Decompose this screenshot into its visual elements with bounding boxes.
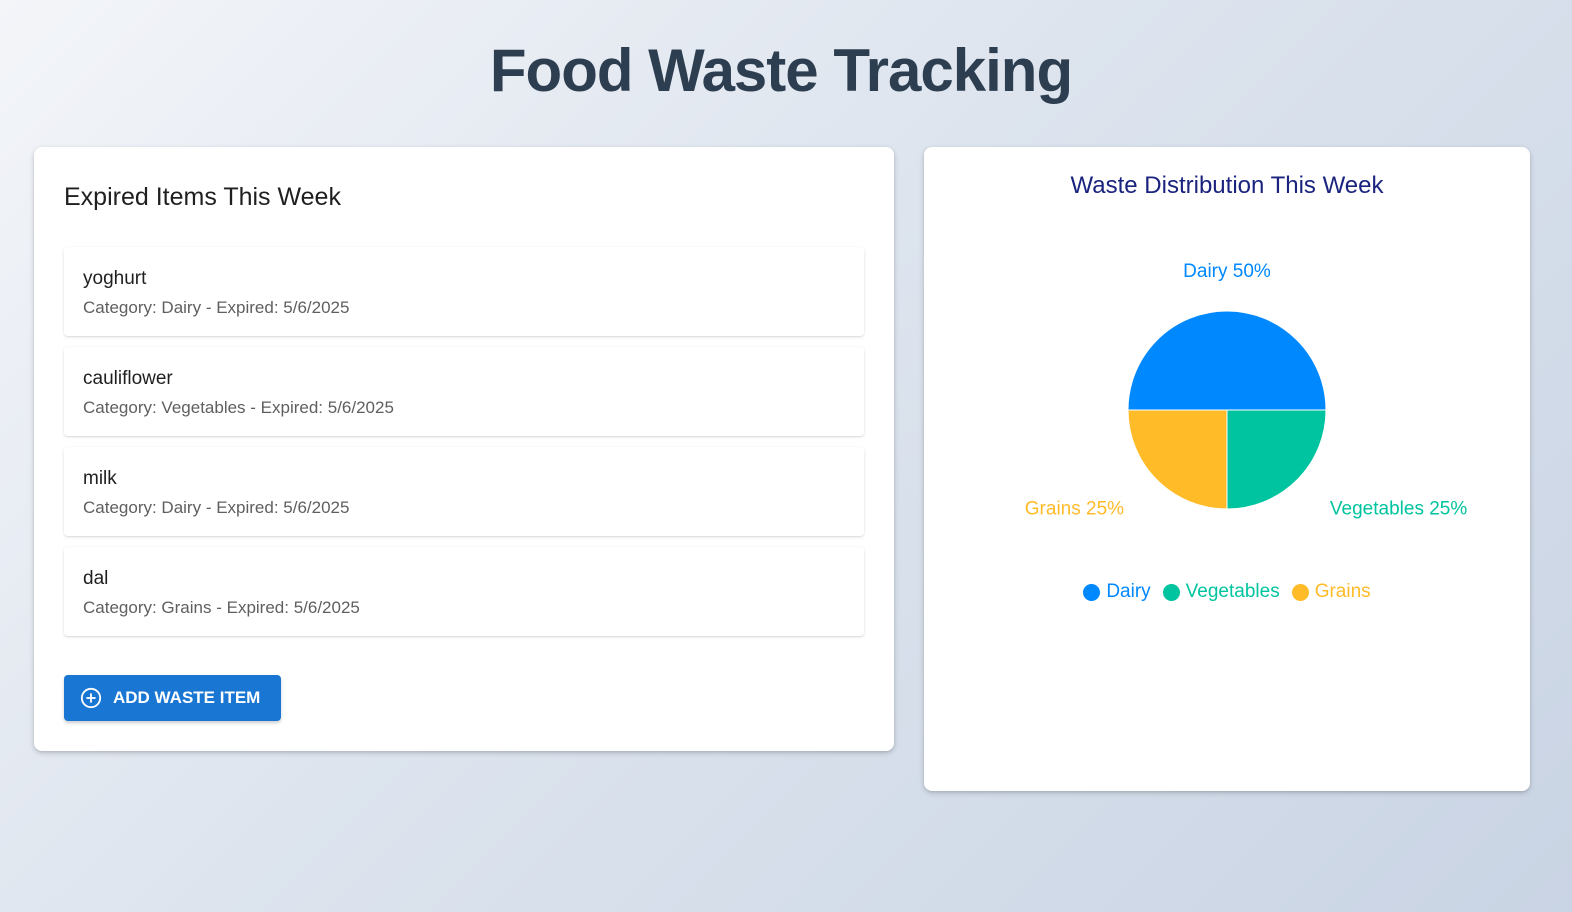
legend-item-dairy[interactable]: Dairy (1083, 581, 1151, 603)
item-meta: Category: Vegetables - Expired: 5/6/2025 (83, 398, 394, 417)
legend-label: Dairy (1106, 581, 1151, 602)
legend-label: Vegetables (1185, 581, 1280, 602)
pie-slice-grains[interactable] (1127, 409, 1228, 510)
pie-slice-vegetables[interactable] (1226, 409, 1327, 510)
pie-chart: Dairy 50% Vegetables 25% Grains 25% (1025, 261, 1468, 519)
add-waste-item-label: ADD WASTE ITEM (113, 688, 261, 707)
chart-legend: Dairy Vegetables Grains (924, 581, 1530, 603)
expired-items-card: Expired Items This Week yoghurt Category… (34, 147, 894, 751)
item-meta: Category: Grains - Expired: 5/6/2025 (83, 598, 360, 617)
add-circle-icon (80, 687, 102, 709)
pie-slice-dairy[interactable] (1127, 310, 1327, 411)
list-item[interactable]: dal Category: Grains - Expired: 5/6/2025 (64, 547, 864, 636)
add-waste-item-button[interactable]: ADD WASTE ITEM (64, 675, 281, 721)
item-meta: Category: Dairy - Expired: 5/6/2025 (83, 498, 350, 517)
item-name: milk (83, 468, 117, 489)
slice-label-grains: Grains 25% (1025, 498, 1124, 519)
page-title: Food Waste Tracking (489, 37, 1073, 104)
item-name: dal (83, 568, 109, 589)
list-item[interactable]: cauliflower Category: Vegetables - Expir… (64, 347, 864, 436)
slice-label-dairy: Dairy 50% (1183, 261, 1271, 282)
expired-items-list: yoghurt Category: Dairy - Expired: 5/6/2… (64, 247, 864, 647)
item-name: cauliflower (83, 368, 173, 389)
legend-swatch (1162, 583, 1180, 601)
slice-label-vegetables: Vegetables 25% (1330, 498, 1467, 519)
waste-distribution-card: Waste Distribution This Week Dairy 50% Ve… (924, 147, 1530, 791)
legend-label: Grains (1314, 581, 1371, 602)
legend-item-grains[interactable]: Grains (1291, 581, 1371, 603)
legend-swatch (1291, 583, 1309, 601)
legend-swatch (1083, 583, 1101, 601)
list-item[interactable]: milk Category: Dairy - Expired: 5/6/2025 (64, 447, 864, 536)
expired-items-heading: Expired Items This Week (64, 183, 341, 211)
list-item[interactable]: yoghurt Category: Dairy - Expired: 5/6/2… (64, 247, 864, 336)
legend-item-vegetables[interactable]: Vegetables (1162, 581, 1280, 603)
item-meta: Category: Dairy - Expired: 5/6/2025 (83, 298, 350, 317)
item-name: yoghurt (83, 268, 147, 289)
